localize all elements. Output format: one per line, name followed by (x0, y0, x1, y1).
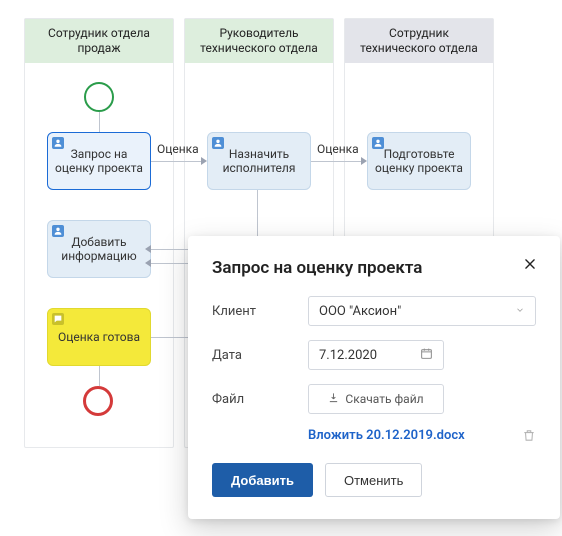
close-icon (523, 257, 537, 271)
task-request-estimate[interactable]: Запрос на оценку проекта (47, 132, 151, 190)
start-event[interactable] (84, 82, 114, 112)
task-prepare-estimate[interactable]: Подготовьте оценку проекта (367, 132, 471, 190)
edge (151, 161, 201, 162)
task-label: Назначить исполнителя (214, 147, 304, 176)
client-value: ООО "Аксион" (319, 304, 401, 319)
date-input[interactable]: 7.12.2020 (308, 340, 444, 370)
lane-3-title: Сотрудник технического отдела (345, 19, 493, 63)
task-label: Подготовьте оценку проекта (374, 147, 464, 176)
end-event[interactable] (83, 386, 113, 416)
task-dialog: Запрос на оценку проекта Клиент ООО "Акс… (188, 236, 560, 519)
arrow-icon (361, 157, 367, 165)
lane-1-title: Сотрудник отдела продаж (25, 19, 173, 63)
date-value: 7.12.2020 (319, 348, 377, 363)
dialog-title: Запрос на оценку проекта (212, 258, 536, 278)
trash-icon (522, 428, 536, 443)
lane-2-title: Руководитель технического отдела (185, 19, 333, 63)
date-label: Дата (212, 348, 308, 363)
edge-label: Оценка (157, 142, 199, 156)
comment-icon (52, 313, 64, 325)
task-estimate-ready[interactable]: Оценка готова (47, 308, 151, 366)
edge (99, 366, 100, 386)
person-icon (52, 137, 64, 149)
arrow-icon (201, 157, 207, 165)
download-file-button[interactable]: Скачать файл (308, 384, 444, 414)
person-icon (212, 137, 224, 149)
client-select[interactable]: ООО "Аксион" (308, 296, 536, 326)
download-icon (328, 392, 339, 406)
file-label: Файл (212, 392, 308, 407)
edge (311, 161, 361, 162)
task-label: Добавить информацию (54, 235, 144, 264)
client-label: Клиент (212, 304, 308, 319)
calendar-icon (420, 347, 433, 364)
person-icon (52, 225, 64, 237)
edge-label: Оценка (317, 142, 359, 156)
task-label: Запрос на оценку проекта (54, 147, 144, 176)
task-label: Оценка готова (58, 330, 140, 344)
arrow-icon (145, 259, 151, 267)
arrow-icon (145, 245, 151, 253)
task-add-info[interactable]: Добавить информацию (47, 220, 151, 278)
cancel-button[interactable]: Отменить (325, 463, 422, 497)
chevron-down-icon (515, 304, 525, 319)
person-icon (372, 137, 384, 149)
attachment-link[interactable]: Вложить 20.12.2019.docx (308, 428, 465, 443)
delete-attachment-button[interactable] (522, 428, 536, 443)
task-assign-executor[interactable]: Назначить исполнителя (207, 132, 311, 190)
submit-button[interactable]: Добавить (212, 463, 313, 497)
close-button[interactable] (520, 254, 540, 274)
edge (151, 337, 191, 338)
file-button-label: Скачать файл (345, 392, 423, 406)
edge (99, 112, 100, 132)
